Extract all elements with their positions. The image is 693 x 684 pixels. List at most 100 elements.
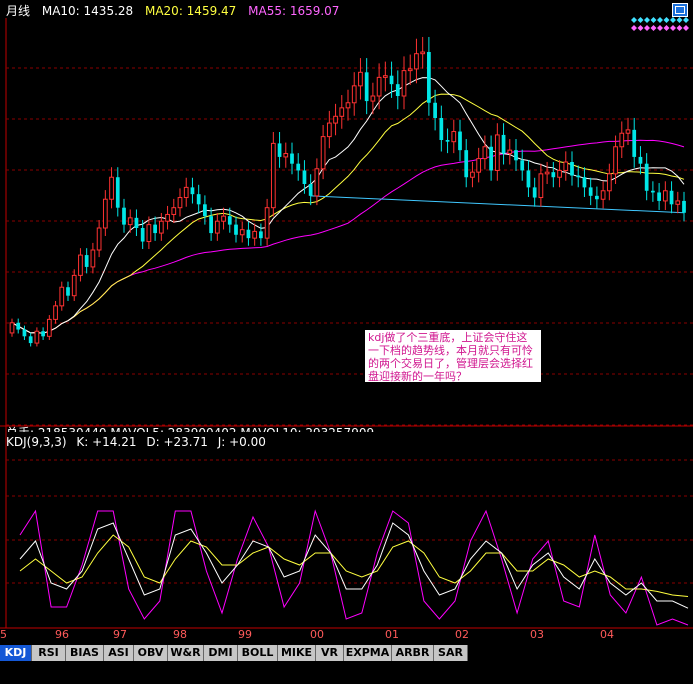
candle-down (582, 177, 587, 188)
candle-down (22, 329, 27, 337)
candle-down (234, 224, 238, 235)
candle-up (351, 85, 357, 104)
scroll-diamond (683, 25, 689, 31)
candle-up (382, 75, 388, 78)
tab-obv[interactable]: OBV (134, 645, 168, 661)
candle-down (84, 255, 89, 267)
x-axis-label: 03 (530, 628, 544, 641)
scroll-diamond (676, 25, 683, 31)
scroll-diamond (657, 17, 663, 23)
indicator-tabs: KDJ RSI BIAS ASI OBV W&R DMI BOLL MIKE VR EXPMA ARB… (0, 645, 693, 661)
candle-down (588, 187, 593, 196)
x-axis-label: 97 (113, 628, 127, 641)
candle-up (494, 134, 500, 171)
candle-down (290, 153, 294, 164)
candle-down (296, 163, 301, 171)
tab-sar[interactable]: SAR (434, 645, 468, 661)
candle-up (482, 146, 488, 160)
price-legend: 月线 MA10: 1435.28 MA20: 1459.47 MA55: 165… (6, 2, 347, 19)
x-axis-label: 02 (455, 628, 469, 641)
maximize-button[interactable] (672, 2, 688, 17)
candle-down (501, 134, 506, 154)
candle-down (41, 331, 45, 337)
volume-legend: 总手: 218530440 MAVOL5: 283900402 MAVOL10:… (6, 424, 374, 432)
candle-up (102, 198, 108, 229)
candle-down (651, 190, 655, 193)
candle-down (638, 156, 643, 164)
candle-up (214, 220, 220, 234)
candle-up (320, 136, 326, 170)
tab-dmi[interactable]: DMI (204, 645, 238, 661)
scroll-indicator-icon[interactable] (630, 16, 690, 34)
candle-up (333, 115, 338, 124)
candle-up (127, 217, 133, 226)
tab-rsi[interactable]: RSI (32, 645, 66, 661)
candle-up (339, 107, 345, 117)
scroll-diamond (644, 17, 650, 23)
candle-up (544, 171, 550, 175)
candle-down (427, 52, 431, 103)
tab-asi[interactable]: ASI (104, 645, 134, 661)
candle-down (196, 194, 201, 205)
scroll-diamond (650, 17, 657, 23)
candle-up (270, 142, 276, 209)
candle-up (264, 207, 270, 239)
candle-up (221, 215, 226, 222)
candle-down (682, 200, 686, 213)
x-axis-label: 96 (55, 628, 69, 641)
candle-up (146, 224, 152, 243)
candle-down (16, 322, 21, 330)
chart-canvas[interactable] (0, 0, 693, 645)
x-axis-label: 04 (600, 628, 614, 641)
candle-up (420, 51, 426, 55)
candle-up (358, 71, 363, 87)
candle-down (190, 187, 195, 195)
candle-down (526, 170, 531, 188)
candle-down (115, 177, 120, 208)
x-axis-label: 98 (173, 628, 187, 641)
candle-down (551, 172, 556, 178)
kdj-j-line (19, 509, 689, 626)
candle-up (476, 158, 482, 173)
candle-up (619, 132, 625, 148)
candle-down (389, 75, 394, 85)
tab-arbr[interactable]: ARBR (392, 645, 434, 661)
candle-up (183, 186, 189, 199)
candle-down (464, 150, 469, 178)
scroll-diamond (631, 17, 637, 23)
tab-kdj[interactable]: KDJ (0, 645, 32, 661)
candle-up (96, 227, 102, 251)
candle-up (401, 70, 407, 97)
tab-wr[interactable]: W&R (168, 645, 204, 661)
candle-down (458, 131, 462, 151)
tab-boll[interactable]: BOLL (238, 645, 278, 661)
candle-up (90, 249, 96, 268)
scroll-diamond (631, 25, 637, 31)
kdj-j-value: J: +0.00 (217, 435, 266, 449)
candle-up (606, 173, 612, 192)
candle-up (109, 176, 114, 200)
scroll-diamond (637, 17, 644, 23)
candle-down (122, 207, 126, 225)
candle-down (246, 229, 251, 239)
candle-down (308, 184, 313, 196)
candle-up (171, 207, 177, 215)
tab-bias[interactable]: BIAS (66, 645, 104, 661)
candle-up (538, 173, 544, 199)
candle-up (370, 95, 376, 102)
tab-mike[interactable]: MIKE (278, 645, 316, 661)
candle-up (53, 305, 58, 320)
candle-up (326, 122, 332, 138)
candle-up (59, 286, 65, 307)
x-axis-label: 5 (0, 628, 7, 641)
candle-down (395, 84, 400, 96)
scroll-diamond (663, 25, 670, 31)
candle-up (507, 149, 513, 155)
candle-up (557, 169, 562, 178)
tab-expma[interactable]: EXPMA (344, 645, 392, 661)
tab-vr[interactable]: VR (316, 645, 344, 661)
candle-down (259, 231, 263, 239)
candle-up (46, 318, 52, 337)
candle-up (9, 322, 15, 334)
x-axis-label: 99 (238, 628, 252, 641)
